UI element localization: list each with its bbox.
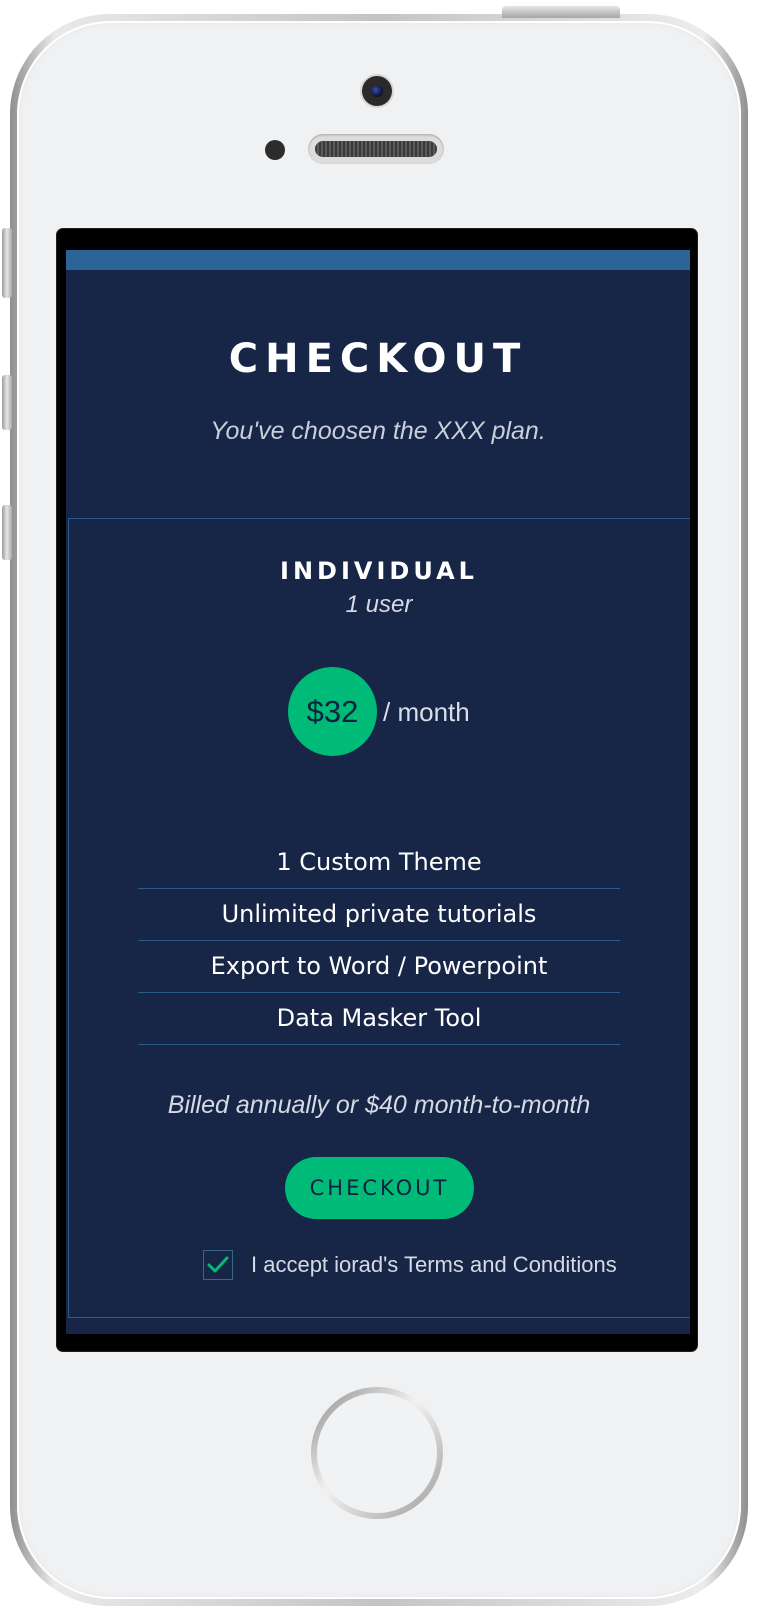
volume-up-button	[2, 375, 12, 430]
feature-item: Data Masker Tool	[138, 993, 620, 1045]
terms-checkbox[interactable]	[203, 1250, 233, 1280]
power-button	[502, 6, 620, 18]
proximity-sensor	[265, 140, 285, 160]
feature-item: Export to Word / Powerpoint	[138, 941, 620, 993]
mute-switch	[2, 228, 12, 298]
screen-bottom-edge	[66, 1334, 690, 1344]
feature-item: 1 Custom Theme	[138, 837, 620, 889]
feature-item: Unlimited private tutorials	[138, 889, 620, 941]
check-icon	[207, 1256, 229, 1273]
plan-name: INDIVIDUAL	[280, 557, 478, 585]
top-bar	[66, 250, 690, 270]
plan-users: 1 user	[345, 591, 413, 618]
terms-label[interactable]: I accept iorad's Terms and Conditions	[251, 1252, 617, 1278]
price-period: / month	[383, 697, 470, 727]
home-button[interactable]	[311, 1387, 443, 1519]
front-camera	[362, 76, 392, 106]
volume-down-button	[2, 505, 12, 560]
page-title: CHECKOUT	[228, 336, 528, 382]
price-badge: $32	[288, 667, 377, 756]
checkout-screen: CHECKOUT You've choosen the XXX plan. IN…	[66, 250, 690, 1334]
billing-note: Billed annually or $40 month-to-month	[167, 1091, 591, 1119]
plan-subtitle: You've choosen the XXX plan.	[210, 417, 546, 445]
plan-card: INDIVIDUAL 1 user $32 / month 1 Custom T…	[68, 518, 690, 1318]
earpiece-speaker	[308, 134, 444, 164]
checkout-button[interactable]: CHECKOUT	[285, 1157, 474, 1219]
terms-row: I accept iorad's Terms and Conditions	[203, 1249, 617, 1281]
feature-list: 1 Custom Theme Unlimited private tutoria…	[138, 837, 620, 1045]
